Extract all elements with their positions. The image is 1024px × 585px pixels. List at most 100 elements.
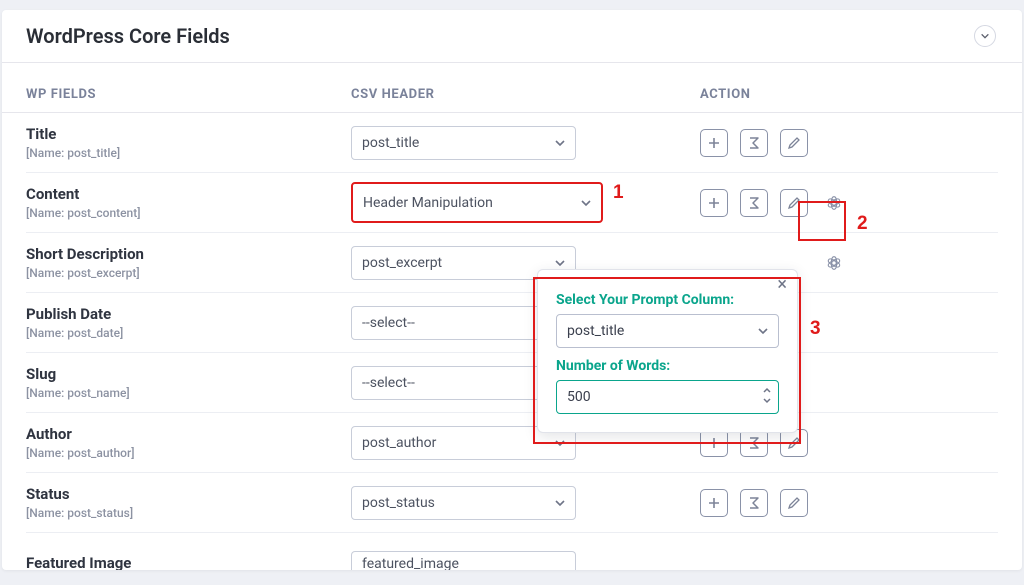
- ai-generate-button[interactable]: [820, 249, 848, 277]
- plus-icon: [706, 495, 722, 511]
- field-name: [Name: post_status]: [26, 506, 351, 520]
- chevron-up-icon: [762, 385, 772, 395]
- field-info: Content [Name: post_content]: [26, 185, 351, 220]
- select-value: post_status: [362, 495, 435, 511]
- add-button[interactable]: [700, 189, 728, 217]
- pencil-icon: [786, 495, 802, 511]
- formula-button[interactable]: [740, 189, 768, 217]
- field-label: Publish Date: [26, 305, 351, 324]
- edit-button[interactable]: [780, 489, 808, 517]
- sigma-icon: [746, 495, 762, 511]
- pencil-icon: [786, 195, 802, 211]
- plus-icon: [706, 135, 722, 151]
- annotation-callout: 3: [810, 318, 821, 340]
- select-value: Header Manipulation: [363, 195, 493, 211]
- formula-button[interactable]: [740, 129, 768, 157]
- chevron-down-icon: [554, 437, 566, 449]
- chevron-down-icon: [762, 396, 772, 406]
- sigma-icon: [746, 195, 762, 211]
- csv-header-select[interactable]: post_title: [351, 126, 576, 160]
- field-label: Status: [26, 485, 351, 504]
- ai-icon: [826, 195, 842, 211]
- ai-generate-button[interactable]: [820, 189, 848, 217]
- select-value: --select--: [362, 375, 415, 391]
- plus-icon: [706, 195, 722, 211]
- field-info: Title [Name: post_title]: [26, 125, 351, 160]
- close-button[interactable]: ×: [777, 274, 787, 295]
- prompt-column-select[interactable]: post_title: [556, 314, 779, 348]
- formula-button[interactable]: [740, 489, 768, 517]
- ai-icon: [826, 255, 842, 271]
- table-row: Featured Image featured_image: [26, 533, 998, 570]
- row-actions: [656, 189, 998, 217]
- field-info: Slug [Name: post_name]: [26, 365, 351, 400]
- field-name: [Name: post_title]: [26, 146, 351, 160]
- ai-config-popover: × Select Your Prompt Column: post_title …: [537, 269, 798, 433]
- select-value: post_author: [362, 435, 436, 451]
- csv-header-select[interactable]: post_status: [351, 486, 576, 520]
- chevron-down-icon: [554, 257, 566, 269]
- chevron-down-icon: [554, 137, 566, 149]
- col-csv-header: CSV HEADER: [351, 87, 656, 102]
- number-stepper[interactable]: [762, 385, 772, 406]
- row-actions: [656, 489, 998, 517]
- pencil-icon: [786, 435, 802, 451]
- chevron-down-icon: [757, 325, 769, 337]
- table-row: Short Description [Name: post_excerpt] p…: [26, 233, 998, 293]
- field-info: Short Description [Name: post_excerpt]: [26, 245, 351, 280]
- input-value: 500: [567, 389, 591, 405]
- chevron-down-icon: [554, 497, 566, 509]
- add-button[interactable]: [700, 129, 728, 157]
- add-button[interactable]: [700, 489, 728, 517]
- field-label: Title: [26, 125, 351, 144]
- select-value: --select--: [362, 315, 415, 331]
- close-icon: ×: [777, 274, 787, 295]
- pencil-icon: [786, 135, 802, 151]
- table-row: Title [Name: post_title] post_title: [26, 113, 998, 173]
- csv-header-select[interactable]: featured_image: [351, 551, 576, 570]
- col-action: ACTION: [656, 87, 998, 102]
- field-name: [Name: post_author]: [26, 446, 351, 460]
- table-row: Slug [Name: post_name] --select--: [26, 353, 998, 413]
- sigma-icon: [746, 135, 762, 151]
- select-value: post_title: [362, 135, 419, 151]
- panel-header: WordPress Core Fields: [2, 10, 1022, 63]
- field-label: Featured Image: [26, 554, 351, 570]
- words-label: Number of Words:: [556, 358, 779, 374]
- prompt-column-label: Select Your Prompt Column:: [556, 292, 779, 308]
- select-value: post_excerpt: [362, 255, 442, 271]
- field-name: [Name: post_excerpt]: [26, 266, 351, 280]
- collapse-toggle[interactable]: [974, 25, 996, 47]
- field-label: Author: [26, 425, 351, 444]
- table-row: Content [Name: post_content] Header Mani…: [26, 173, 998, 233]
- field-name: [Name: post_name]: [26, 386, 351, 400]
- field-info: Status [Name: post_status]: [26, 485, 351, 520]
- field-name: [Name: post_content]: [26, 206, 351, 220]
- field-info: Author [Name: post_author]: [26, 425, 351, 460]
- fields-panel: WordPress Core Fields WP FIELDS CSV HEAD…: [2, 10, 1022, 570]
- csv-header-select[interactable]: Header Manipulation: [351, 182, 603, 223]
- rows-container: Title [Name: post_title] post_title Cont…: [2, 113, 1022, 570]
- annotation-callout: 2: [857, 213, 868, 235]
- annotation-callout: 1: [613, 182, 624, 204]
- words-input[interactable]: 500: [556, 380, 779, 414]
- field-label: Short Description: [26, 245, 351, 264]
- select-value: featured_image: [362, 556, 459, 571]
- table-row: Publish Date [Name: post_date] --select-…: [26, 293, 998, 353]
- field-info: Featured Image: [26, 554, 351, 570]
- panel-title: WordPress Core Fields: [26, 24, 230, 48]
- col-wp-fields: WP FIELDS: [26, 87, 351, 102]
- chevron-down-icon: [580, 197, 592, 209]
- edit-button[interactable]: [780, 189, 808, 217]
- field-name: [Name: post_date]: [26, 326, 351, 340]
- table-row: Author [Name: post_author] post_author: [26, 413, 998, 473]
- select-value: post_title: [567, 323, 624, 339]
- field-label: Content: [26, 185, 351, 204]
- edit-button[interactable]: [780, 129, 808, 157]
- table-header-row: WP FIELDS CSV HEADER ACTION: [2, 63, 1022, 113]
- field-label: Slug: [26, 365, 351, 384]
- plus-icon: [706, 435, 722, 451]
- table-row: Status [Name: post_status] post_status: [26, 473, 998, 533]
- row-actions: [656, 129, 998, 157]
- chevron-down-icon: [980, 31, 990, 41]
